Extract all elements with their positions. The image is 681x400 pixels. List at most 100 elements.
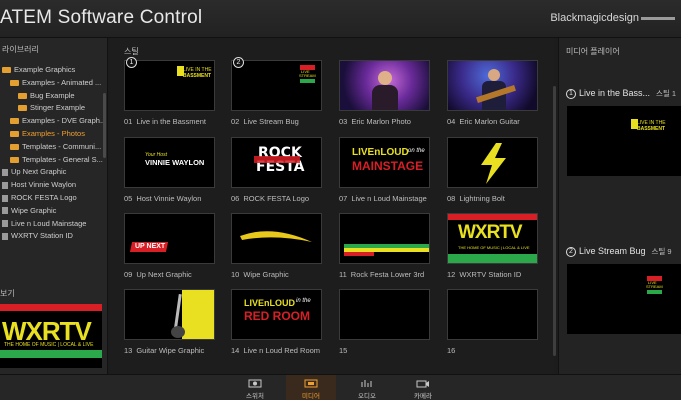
still-label: 09 Up Next Graphic bbox=[124, 270, 192, 279]
library-item[interactable]: WXRTV Station ID bbox=[2, 230, 73, 242]
title-bar: ATEM Software Control Blackmagicdesign bbox=[0, 0, 681, 38]
still-label: 02 Live Stream Bug bbox=[231, 117, 299, 126]
tab-audio[interactable]: 오디오 bbox=[342, 375, 392, 400]
thumb-text-b: BASSMENT bbox=[183, 73, 212, 79]
still-name: Live in the Bassment bbox=[136, 117, 206, 126]
bug-green bbox=[300, 79, 315, 83]
still-label: 03 Eric Marlon Photo bbox=[339, 117, 411, 126]
library-item[interactable]: Examples - Photos bbox=[10, 128, 85, 140]
stills-scrollbar[interactable] bbox=[553, 86, 556, 356]
library-item[interactable]: Up Next Graphic bbox=[2, 166, 66, 178]
still-name: Eric Marlon Guitar bbox=[459, 117, 520, 126]
library-item[interactable]: Examples - DVE Graph... bbox=[10, 115, 106, 127]
media-player-panel: 미디어 플레이어 1 Live in the Bass... 스틸 1 LIVE I… bbox=[558, 38, 681, 374]
still-thumbnail[interactable]: LIVEnLOUD in the RED ROOM bbox=[231, 289, 322, 340]
library-item[interactable]: Example Graphics bbox=[2, 64, 75, 76]
library-item[interactable]: Bug Example bbox=[18, 90, 75, 102]
still-name: ROCK FESTA Logo bbox=[243, 194, 310, 203]
wxrtv-green-band bbox=[448, 254, 537, 263]
preview-red-band bbox=[0, 304, 102, 311]
still-number: 11 bbox=[339, 270, 347, 279]
library-item-label: Live n Loud Mainstage bbox=[11, 218, 87, 228]
brand-name: Blackmagicdesign bbox=[550, 12, 639, 24]
still-name: Live Stream Bug bbox=[243, 117, 299, 126]
library-item[interactable]: ROCK FESTA Logo bbox=[2, 192, 77, 204]
player-number-badge: 1 bbox=[566, 88, 576, 99]
still-name: Lightning Bolt bbox=[459, 194, 505, 203]
media-player-preview: LIVE IN THE BASSMENT bbox=[567, 106, 681, 176]
player-still-select[interactable]: 스틸 1 bbox=[656, 89, 676, 98]
lower3rd-red bbox=[344, 252, 374, 256]
still-thumbnail[interactable] bbox=[231, 213, 322, 264]
library-item[interactable]: Wipe Graphic bbox=[2, 205, 56, 217]
camera-icon bbox=[398, 379, 448, 388]
thumb-text-b: STREAM bbox=[299, 73, 316, 78]
still-label: 16 bbox=[447, 346, 459, 355]
still-thumbnail[interactable]: LIVEnLOUD on the MAINSTAGE bbox=[339, 137, 430, 188]
still-number: 13 bbox=[124, 346, 133, 355]
tab-media[interactable]: 미디어 bbox=[286, 375, 336, 400]
still-name: WXRTV Station ID bbox=[459, 270, 522, 279]
library-panel: 라이브러리 Example Graphics Examples - Animate… bbox=[0, 38, 108, 374]
library-item[interactable]: Host Vinnie Waylon bbox=[2, 179, 76, 191]
still-thumbnail[interactable]: ROCK FESTA bbox=[231, 137, 322, 188]
still-number: 05 bbox=[124, 194, 133, 203]
brand-bar-icon bbox=[641, 16, 675, 20]
still-thumbnail[interactable]: Your Host VINNIE WAYLON bbox=[124, 137, 215, 188]
tab-label: 오디오 bbox=[358, 393, 376, 400]
file-icon bbox=[2, 232, 8, 240]
library-scrollbar[interactable] bbox=[103, 93, 106, 158]
library-item[interactable]: Live n Loud Mainstage bbox=[2, 218, 86, 230]
still-thumbnail[interactable]: WXRTV THE HOME OF MUSIC | LOCAL & LIVE bbox=[447, 213, 538, 264]
library-item[interactable]: Templates - Communi... bbox=[10, 141, 101, 153]
still-name: Wipe Graphic bbox=[243, 270, 289, 279]
still-label: 05 Host Vinnie Waylon bbox=[124, 194, 201, 203]
tab-switcher[interactable]: 스위처 bbox=[230, 375, 280, 400]
player-clip-name: Live Stream Bug bbox=[579, 246, 646, 256]
guitarist-head bbox=[488, 69, 500, 81]
library-heading: 라이브러리 bbox=[2, 45, 39, 54]
player-still-select[interactable]: 스틸 9 bbox=[652, 247, 672, 256]
library-item-label: Wipe Graphic bbox=[11, 205, 57, 215]
tab-camera[interactable]: 카메라 bbox=[398, 375, 448, 400]
library-item-label: WXRTV Station ID bbox=[11, 231, 73, 241]
media-slot-badge: 1 bbox=[126, 57, 137, 68]
folder-icon bbox=[10, 79, 19, 86]
still-thumbnail[interactable] bbox=[339, 289, 430, 340]
still-name: Host Vinnie Waylon bbox=[136, 194, 202, 203]
still-thumbnail[interactable] bbox=[447, 137, 538, 188]
still-thumbnail[interactable] bbox=[447, 60, 538, 111]
thumb-text-b: on the bbox=[408, 148, 425, 154]
still-number: 06 bbox=[231, 194, 240, 203]
media-player-title[interactable]: 2 Live Stream Bug 스틸 9 bbox=[566, 246, 672, 257]
still-label: 12 WXRTV Station ID bbox=[447, 270, 521, 279]
still-name: Eric Marlon Photo bbox=[351, 117, 411, 126]
still-thumbnail[interactable] bbox=[339, 213, 430, 264]
media-player-art: LIVE IN THE BASSMENT bbox=[579, 114, 670, 165]
still-name: Rock Festa Lower 3rd bbox=[350, 270, 425, 279]
file-icon bbox=[2, 194, 8, 202]
thumb-text-b: BASSMENT bbox=[637, 126, 666, 132]
tab-label: 카메라 bbox=[414, 393, 432, 400]
still-thumbnail[interactable] bbox=[339, 60, 430, 111]
guitar-wipe-yellow bbox=[182, 290, 214, 339]
thumb-text-a: UP NEXT bbox=[135, 243, 166, 250]
library-item[interactable]: Stinger Example bbox=[18, 102, 85, 114]
media-player-title[interactable]: 1 Live in the Bass... 스틸 1 bbox=[566, 88, 676, 99]
library-item[interactable]: Examples - Animated ... bbox=[10, 77, 101, 89]
still-thumbnail[interactable] bbox=[124, 289, 215, 340]
still-thumbnail[interactable]: LIVE IN THE BASSMENT bbox=[124, 60, 215, 111]
still-number: 15 bbox=[339, 346, 348, 355]
still-thumbnail[interactable]: UP NEXT bbox=[124, 213, 215, 264]
library-item[interactable]: Templates - General S... bbox=[10, 154, 103, 166]
bottom-tab-bar: 스위처 미디어 오디오 카메라 bbox=[0, 374, 681, 400]
still-label: 01 Live in the Bassment bbox=[124, 117, 206, 126]
still-label: 13 Guitar Wipe Graphic bbox=[124, 346, 204, 355]
library-item-label: Host Vinnie Waylon bbox=[11, 180, 77, 190]
still-thumbnail[interactable]: LIVE STREAM bbox=[231, 60, 322, 111]
tab-label: 스위처 bbox=[246, 393, 264, 400]
singer-body bbox=[372, 85, 398, 110]
still-label: 10 Wipe Graphic bbox=[231, 270, 289, 279]
still-thumbnail[interactable] bbox=[447, 289, 538, 340]
library-item-label: Examples - Photos bbox=[22, 129, 85, 138]
